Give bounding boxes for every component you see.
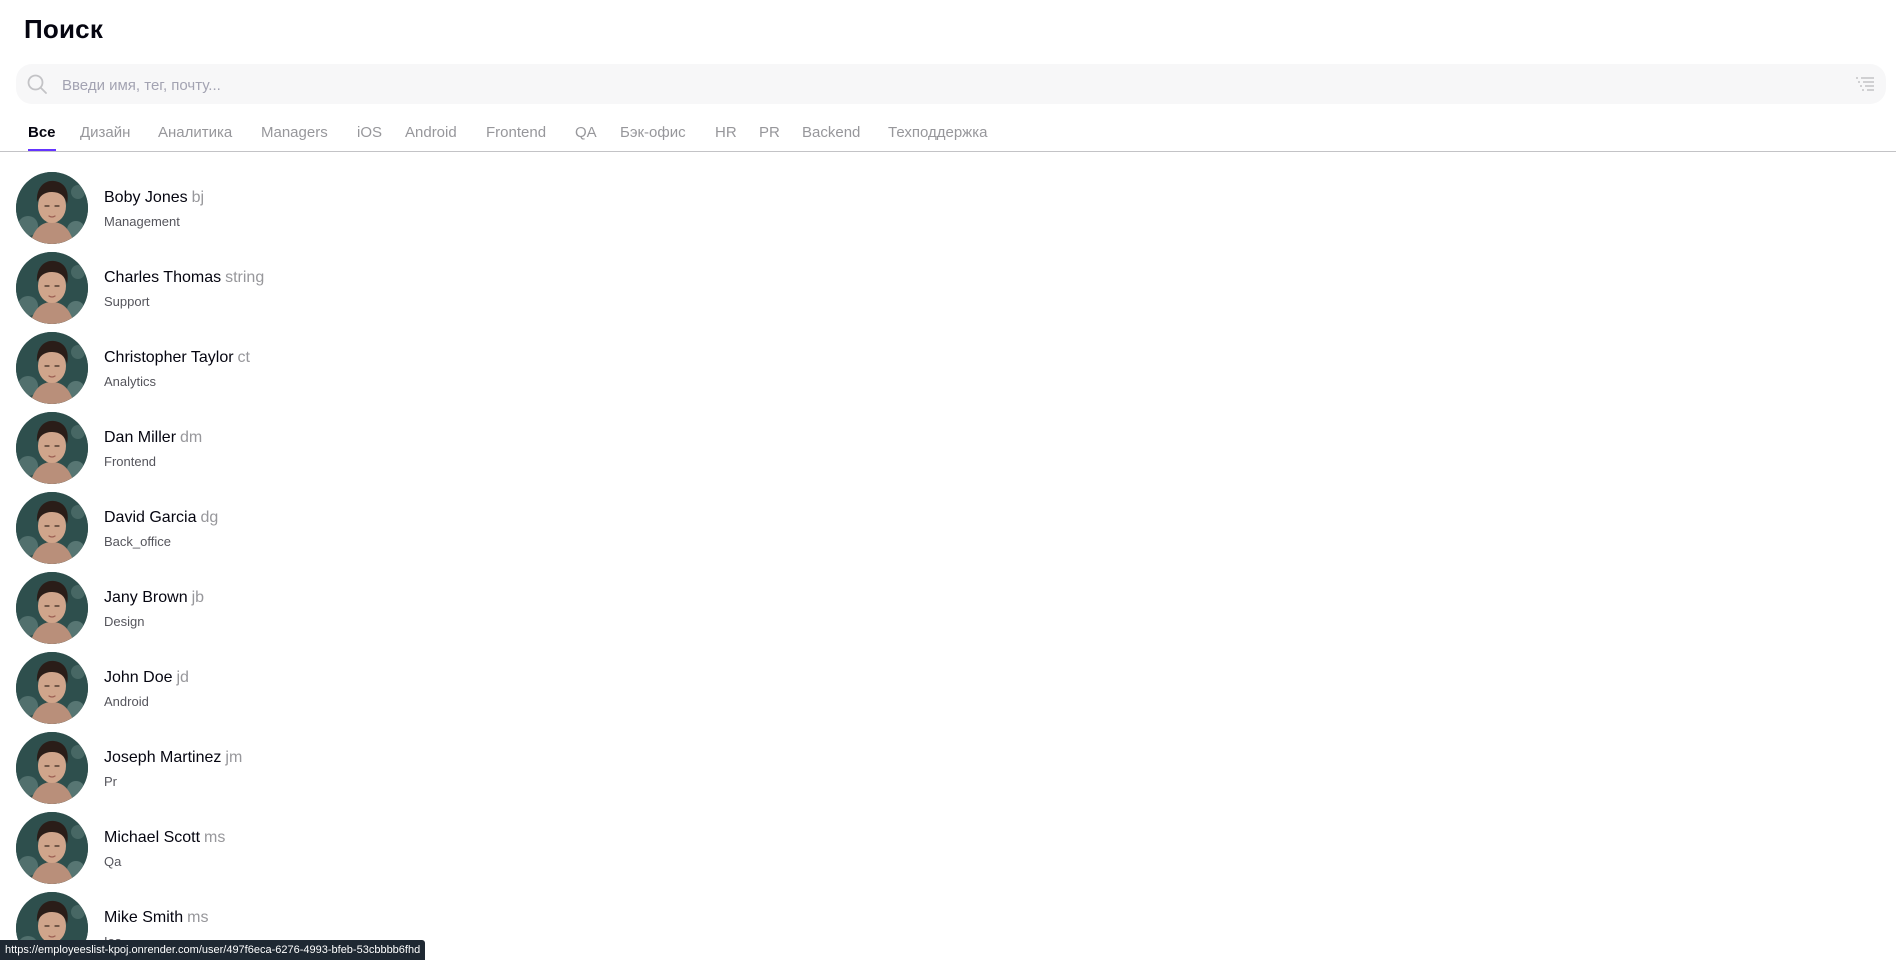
user-department: Qa <box>104 854 122 869</box>
user-list-item[interactable]: Boby Jones bj Management <box>16 172 616 244</box>
user-list-item[interactable]: Charles Thomas string Support <box>16 252 616 324</box>
search-input[interactable] <box>60 70 1824 100</box>
user-avatar <box>16 732 88 804</box>
user-avatar <box>16 492 88 564</box>
user-department: Design <box>104 614 145 629</box>
user-department: Back_office <box>104 534 171 549</box>
user-avatar <box>16 572 88 644</box>
search-icon <box>26 73 48 95</box>
user-name: Christopher Taylor <box>104 349 234 366</box>
user-name-line: Boby Jones bj <box>104 189 204 207</box>
user-name: Jany Brown <box>104 589 188 606</box>
user-name: Michael Scott <box>104 829 201 846</box>
tab-back-office[interactable]: Бэк-офис <box>620 122 686 151</box>
tab-android[interactable]: Android <box>405 122 457 151</box>
user-avatar <box>16 252 88 324</box>
user-tag: jd <box>176 669 189 686</box>
user-avatar <box>16 412 88 484</box>
tab-support[interactable]: Техподдержка <box>888 122 987 151</box>
user-tag: dg <box>200 509 219 526</box>
department-tabs: Все Дизайн Аналитика Managers iOS Androi… <box>0 118 1896 152</box>
status-bar-url: https://employeeslist-kpoj.onrender.com/… <box>0 940 426 960</box>
user-avatar <box>16 812 88 884</box>
user-name: Dan Miller <box>104 429 177 446</box>
tab-ios[interactable]: iOS <box>357 122 382 151</box>
tab-backend[interactable]: Backend <box>802 122 860 151</box>
tab-hr[interactable]: HR <box>715 122 737 151</box>
user-avatar <box>16 332 88 404</box>
user-list-item[interactable]: Michael Scott ms Qa <box>16 812 616 884</box>
user-tag: bj <box>191 189 205 206</box>
user-department: Support <box>104 294 150 309</box>
user-department: Management <box>104 214 180 229</box>
user-avatar <box>16 172 88 244</box>
user-name: Charles Thomas <box>104 269 222 286</box>
user-tag: ms <box>204 829 226 846</box>
tab-frontend[interactable]: Frontend <box>486 122 546 151</box>
user-list-item[interactable]: Jany Brown jb Design <box>16 572 616 644</box>
user-tag: dm <box>180 429 203 446</box>
user-list-item[interactable]: Christopher Taylor ct Analytics <box>16 332 616 404</box>
tab-all[interactable]: Все <box>28 122 56 151</box>
user-name: David Garcia <box>104 509 197 526</box>
user-department: Analytics <box>104 374 157 389</box>
user-name: Joseph Martinez <box>104 749 222 766</box>
user-tag: jb <box>191 589 205 606</box>
user-tag: ct <box>237 349 250 366</box>
page-title: Поиск <box>24 14 104 44</box>
tab-managers[interactable]: Managers <box>261 122 328 151</box>
sort-list-icon[interactable] <box>1854 73 1876 95</box>
tab-analytics[interactable]: Аналитика <box>158 122 232 151</box>
user-department: Frontend <box>104 454 157 469</box>
user-tag: string <box>225 269 265 286</box>
user-name-line: Jany Brown jb <box>104 589 204 607</box>
tab-qa[interactable]: QA <box>575 122 597 151</box>
user-list-item[interactable]: John Doe jd Android <box>16 652 616 724</box>
user-name-line: Mike Smith ms <box>104 909 208 927</box>
user-list-item[interactable]: David Garcia dg Back_office <box>16 492 616 564</box>
user-avatar <box>16 652 88 724</box>
user-name: Boby Jones <box>104 189 188 206</box>
user-name-line: Charles Thomas string <box>104 269 264 287</box>
user-department: Android <box>104 694 149 709</box>
user-name: Mike Smith <box>104 909 184 926</box>
user-name-line: Dan Miller dm <box>104 429 202 447</box>
user-tag: jm <box>225 749 243 766</box>
user-list-item[interactable]: Joseph Martinez jm Pr <box>16 732 616 804</box>
tab-pr[interactable]: PR <box>759 122 780 151</box>
user-list-item[interactable]: Dan Miller dm Frontend <box>16 412 616 484</box>
user-name-line: David Garcia dg <box>104 509 218 527</box>
user-department: Pr <box>104 774 117 789</box>
page: Поиск Все Дизайн Аналитика Man <box>0 0 1896 960</box>
user-name-line: Christopher Taylor ct <box>104 349 250 367</box>
user-name-line: John Doe jd <box>104 669 189 687</box>
user-tag: ms <box>187 909 209 926</box>
user-name-line: Joseph Martinez jm <box>104 749 242 767</box>
search-bar[interactable] <box>16 64 1886 104</box>
user-name-line: Michael Scott ms <box>104 829 225 847</box>
tab-design[interactable]: Дизайн <box>80 122 130 151</box>
user-name: John Doe <box>104 669 173 686</box>
